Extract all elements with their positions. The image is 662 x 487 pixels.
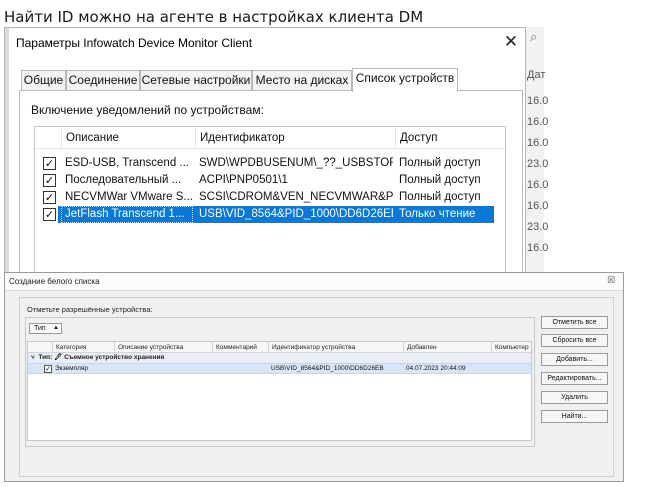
device-description: Последовательный ... [65,174,182,186]
background-date: 23.0 [527,221,549,233]
column-header-description[interactable]: Описание [61,127,195,149]
row-category: Экземпляр [55,365,89,372]
window-title: Создание белого списка [9,277,100,286]
background-header-text: Дат [527,69,546,81]
window-left-strip [5,28,9,272]
column-header-identifier[interactable]: Идентификатор [195,127,395,149]
notifications-label: Включение уведомлений по устройствам: [31,103,264,117]
background-date: 16.0 [527,116,549,128]
checkbox[interactable]: ✓ [44,365,52,373]
checkbox[interactable]: ✓ [43,157,56,170]
caption-text: Найти ID можно на агенте в настройках кл… [4,8,424,26]
column-header-computer[interactable]: Компьютер [491,342,531,353]
tab-disk-space[interactable]: Место на дисках [252,70,352,91]
device-access: Только чтение [399,208,476,220]
column-header-device-description[interactable]: Описание устройства [114,342,212,353]
checkbox[interactable]: ✓ [43,191,56,204]
search-icon[interactable]: ⌕ [530,30,537,45]
list-item[interactable]: ✓ Последовательный ... ACPI\PNP0501\1 По… [35,172,505,189]
select-devices-label: Отметьте разрешённые устройства: [27,305,153,314]
background-date: 16.0 [527,95,549,107]
whitelist-creation-window: Создание белого списка ☒ Отметьте разреш… [4,272,624,482]
row-device-id: USB\VID_8564&PID_1000\DD6D26EB [271,365,384,372]
delete-button[interactable]: Удалить [541,391,608,404]
column-header-comment[interactable]: Комментарий [212,342,268,353]
close-icon[interactable]: ✕ [501,32,521,52]
window-title: Параметры Infowatch Device Monitor Clien… [16,36,253,50]
check-all-button[interactable]: Отметить все [541,316,608,329]
list-item[interactable]: ✓ NECVMWar VMware S... SCSI\CDROM&VEN_NE… [35,189,505,206]
column-header-device-id[interactable]: Идентификатор устройства [268,342,403,353]
add-button[interactable]: Добавить... [541,353,608,366]
column-header-category[interactable]: Категория [52,342,114,353]
tab-network-settings[interactable]: Сетевые настройки [140,70,252,91]
device-access: Полный доступ [399,191,481,203]
checkbox[interactable]: ✓ [43,208,56,221]
device-identifier: ACPI\PNP0501\1 [199,174,288,186]
device-grid: Категория Описание устройства Комментари… [27,341,532,441]
table-row[interactable]: ✓ Экземпляр USB\VID_8564&PID_1000\DD6D26… [28,363,531,374]
chevron-up-icon: ▲ [53,325,59,331]
tab-device-list[interactable]: Список устройств [352,68,458,92]
grid-header: Категория Описание устройства Комментари… [28,342,531,353]
device-identifier: USB\VID_8564&PID_1000\DD6D26EB [199,208,393,220]
row-added: 04.07.2023 20:44:09 [406,365,466,372]
uncheck-all-button[interactable]: Сбросить все [541,334,608,347]
column-header-access[interactable]: Доступ [395,127,495,149]
close-icon[interactable]: ☒ [607,276,615,286]
group-by-type-button[interactable]: Тип ▲ [29,323,62,334]
device-identifier: SCSI\CDROM&VEN_NECVMWAR&PR... [199,191,393,203]
device-access: Полный доступ [399,174,481,186]
device-monitor-settings-window: Параметры Infowatch Device Monitor Clien… [4,27,526,273]
group-by-label: Тип [34,325,46,332]
checkbox[interactable]: ✓ [43,174,56,187]
window-titlebar: Создание белого списка ☒ [5,273,623,291]
device-description: ESD-USB, Transcend ... [65,157,189,169]
background-date: 16.0 [527,179,549,191]
tab-general[interactable]: Общие [21,70,66,91]
device-description: JetFlash Transcend 1... [61,206,193,223]
device-list-header: Описание Идентификатор Доступ [35,127,505,149]
background-date: 16.0 [527,242,549,254]
tab-connection[interactable]: Соединение [66,70,140,91]
background-date: 23.0 [527,158,549,170]
background-date: 16.0 [527,137,549,149]
device-list: Описание Идентификатор Доступ ✓ ESD-USB,… [34,126,506,272]
group-row-label: ˅ Тип: 🖋 Съемное устройство хранения [31,354,165,361]
find-button[interactable]: Найти... [541,410,608,423]
background-date: 16.0 [527,200,549,212]
column-header-added[interactable]: Добавлен [403,342,491,353]
device-description: NECVMWar VMware S... [65,191,193,203]
group-row-removable-storage[interactable]: ˅ Тип: 🖋 Съемное устройство хранения [28,353,531,363]
device-access: Полный доступ [399,157,481,169]
list-item[interactable]: ✓ ESD-USB, Transcend ... SWD\WPDBUSENUM\… [35,155,505,172]
device-identifier: SWD\WPDBUSENUM\_??_USBSTOR... [199,157,393,169]
list-item-selected[interactable]: ✓ JetFlash Transcend 1... USB\VID_8564&P… [35,206,505,223]
edit-button[interactable]: Редактировать... [541,372,608,385]
